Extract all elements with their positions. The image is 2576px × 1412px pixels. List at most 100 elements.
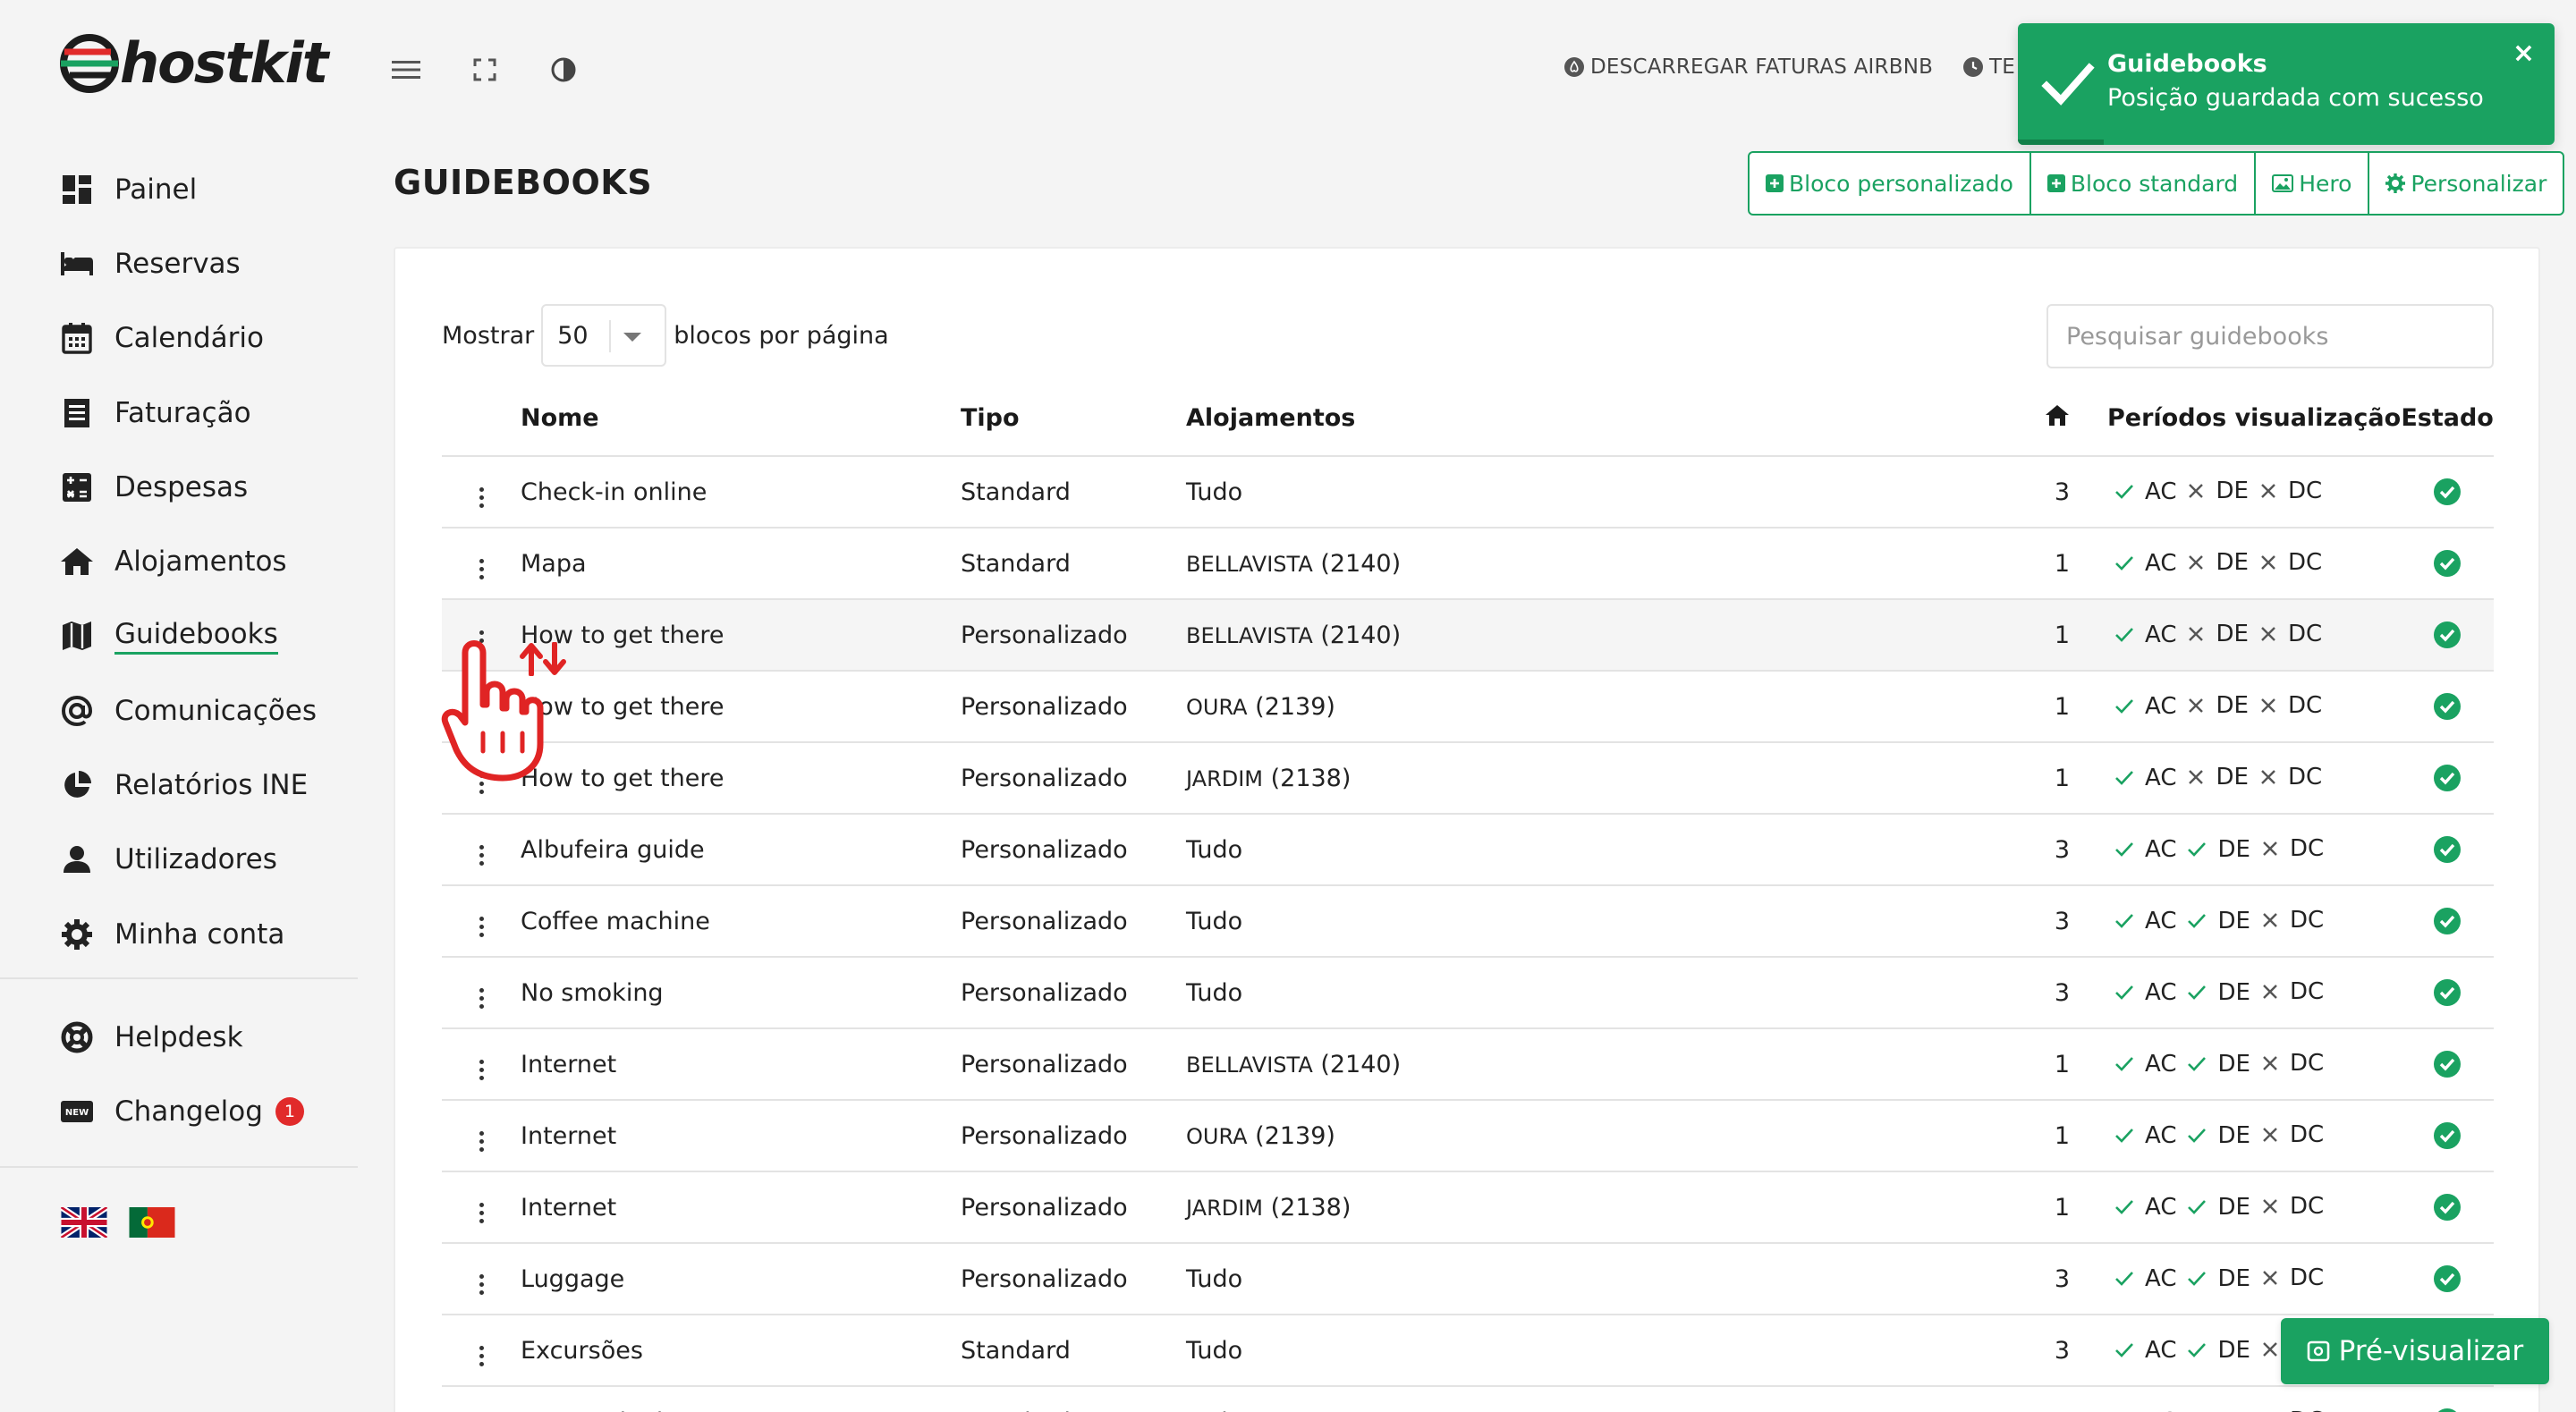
table-row[interactable]: How to get there Personalizado OURA (2139)… <box>442 671 2494 743</box>
en-flag-icon[interactable] <box>61 1207 107 1238</box>
header-type[interactable]: Tipo <box>961 381 1186 457</box>
row-status[interactable] <box>2401 671 2494 743</box>
period-label: AC <box>2145 1408 2176 1412</box>
row-status[interactable] <box>2401 1171 2494 1244</box>
sidebar-item-relatórios-ine[interactable]: Relatórios INE <box>59 748 317 822</box>
row-status[interactable] <box>2401 957 2494 1029</box>
header-name[interactable]: Nome <box>521 381 961 457</box>
preview-label: Pré-visualizar <box>2338 1335 2524 1367</box>
row-accommodation-name: BELLAVISTA <box>1186 1052 1313 1078</box>
row-periods: AC DE DC <box>2082 1171 2402 1244</box>
row-status[interactable] <box>2401 814 2494 886</box>
period-label: DE <box>2217 1337 2250 1364</box>
period-label: DC <box>2287 764 2323 791</box>
table-row[interactable]: How to get there Personalizado JARDIM (213… <box>442 742 2494 815</box>
sidebar-item-painel[interactable]: Painel <box>59 152 317 226</box>
row-count: 1 <box>1993 671 2082 743</box>
drag-handle-icon[interactable] <box>470 1340 493 1372</box>
sidebar-item-despesas[interactable]: Despesas <box>59 450 317 524</box>
lifebuoy-icon <box>59 1019 95 1055</box>
period-label: AC <box>2145 1194 2177 1221</box>
table-row[interactable]: Check-in online Standard Tudo 3 AC DE DC <box>442 456 2494 528</box>
page-size-select[interactable]: 50 <box>541 304 667 367</box>
hostkit-logo[interactable]: hostkit <box>57 30 328 96</box>
drag-handle-icon[interactable] <box>470 1197 493 1229</box>
sidebar-item-comunicações[interactable]: Comunicações <box>59 673 317 748</box>
header-status[interactable]: Estado <box>2401 381 2494 457</box>
hero-button[interactable]: Hero <box>2256 153 2370 214</box>
drag-handle-icon[interactable] <box>470 554 493 585</box>
row-status[interactable] <box>2401 1386 2494 1412</box>
customize-button[interactable]: Personalizar <box>2369 153 2563 214</box>
status-active-icon <box>2433 1264 2462 1293</box>
table-row[interactable]: Internet Personalizado JARDIM (2138) 1 AC DE D… <box>442 1171 2494 1244</box>
sidebar-item-label: Utilizadores <box>114 843 277 876</box>
sidebar-item-utilizadores[interactable]: Utilizadores <box>59 823 317 897</box>
drag-handle-icon[interactable] <box>470 983 493 1014</box>
sidebar-item-label: Despesas <box>114 470 249 503</box>
sidebar-item-reservas[interactable]: Reservas <box>59 226 317 300</box>
toast-close-button[interactable]: × <box>2512 38 2535 69</box>
fullscreen-icon[interactable] <box>467 52 503 88</box>
sidebar-item-faturação[interactable]: Faturação <box>59 376 317 450</box>
sidebar-item-calendário[interactable]: Calendário <box>59 301 317 376</box>
drag-handle-icon[interactable] <box>470 1126 493 1157</box>
row-menu-cell <box>442 957 521 1029</box>
drag-handle-icon[interactable] <box>470 482 493 513</box>
table-row[interactable]: Mapa Standard BELLAVISTA (2140) 1 AC DE DC <box>442 528 2494 600</box>
row-status[interactable] <box>2401 885 2494 958</box>
clock-icon <box>1963 57 1983 77</box>
drag-handle-icon[interactable] <box>470 1054 493 1086</box>
table-row[interactable]: Internet Personalizado BELLAVISTA (2140) 1 A… <box>442 1028 2494 1101</box>
add-standard-block-button[interactable]: Bloco standard <box>2031 153 2257 214</box>
row-menu-cell <box>442 814 521 886</box>
sidebar-item-helpdesk[interactable]: Helpdesk <box>59 1000 304 1074</box>
gear-icon <box>2385 173 2406 193</box>
row-status[interactable] <box>2401 599 2494 672</box>
topbar-link-partial[interactable]: TE <box>1962 55 2015 79</box>
contrast-toggle-icon[interactable] <box>546 52 581 88</box>
sidebar-item-changelog[interactable]: NEW Changelog 1 <box>59 1074 304 1148</box>
pt-flag-icon[interactable] <box>129 1207 175 1238</box>
table-row[interactable]: Luggage Personalizado Tudo 3 AC DE DC <box>442 1243 2494 1315</box>
plus-square-icon <box>1766 174 1784 192</box>
drag-handle-icon[interactable] <box>470 1269 493 1300</box>
drag-handle-icon[interactable] <box>470 768 493 799</box>
row-count: 3 <box>1993 885 2082 958</box>
table-row[interactable]: Internet Personalizado OURA (2139) 1 AC DE DC <box>442 1100 2494 1172</box>
row-status[interactable] <box>2401 742 2494 815</box>
header-accommodations[interactable]: Alojamentos <box>1186 381 1993 457</box>
period-ac: AC <box>2114 1122 2176 1149</box>
header-periods[interactable]: Períodos visualização <box>2082 381 2402 457</box>
sidebar-item-minha-conta[interactable]: Minha conta <box>59 897 317 971</box>
drag-handle-icon[interactable] <box>470 840 493 871</box>
drag-handle-icon[interactable] <box>470 625 493 656</box>
airbnb-invoices-link[interactable]: DESCARREGAR FATURAS AIRBNB <box>1563 55 1933 79</box>
table-row[interactable]: ExcursõesStandardTudo3ACDEDC <box>442 1315 2494 1387</box>
table-row[interactable]: MeteorologiaStandardTudo 3 AC DE DC <box>442 1386 2494 1412</box>
table-row[interactable]: How to get there Personalizado BELLAVISTA … <box>442 599 2494 672</box>
sidebar-item-label: Helpdesk <box>114 1020 243 1053</box>
drag-handle-icon[interactable] <box>470 911 493 943</box>
table-row[interactable]: No smoking Personalizado Tudo 3 AC DE DC <box>442 957 2494 1029</box>
sidebar-item-alojamentos[interactable]: Alojamentos <box>59 524 317 598</box>
status-active-icon <box>2433 907 2462 935</box>
table-row[interactable]: Albufeira guide Personalizado Tudo 3 AC DE DC <box>442 814 2494 886</box>
period-ac: AC <box>2114 550 2176 577</box>
drag-handle-icon[interactable] <box>470 697 493 728</box>
table-row[interactable]: Coffee machine Personalizado Tudo 3 AC DE DC <box>442 885 2494 958</box>
row-name: How to get there <box>521 742 961 815</box>
row-status[interactable] <box>2401 528 2494 600</box>
row-status[interactable] <box>2401 1243 2494 1315</box>
row-status[interactable] <box>2401 456 2494 528</box>
preview-button[interactable]: Pré-visualizar <box>2281 1318 2549 1384</box>
period-dc: DC <box>2261 1193 2324 1220</box>
add-custom-block-button[interactable]: Bloco personalizado <box>1750 153 2031 214</box>
sidebar-item-guidebooks[interactable]: Guidebooks <box>59 599 317 673</box>
row-status[interactable] <box>2401 1100 2494 1172</box>
header-count[interactable] <box>1993 381 2082 457</box>
search-input[interactable] <box>2046 304 2494 368</box>
hamburger-menu-icon[interactable] <box>388 52 424 88</box>
toast-progress-bar <box>2018 140 2104 145</box>
row-status[interactable] <box>2401 1028 2494 1101</box>
